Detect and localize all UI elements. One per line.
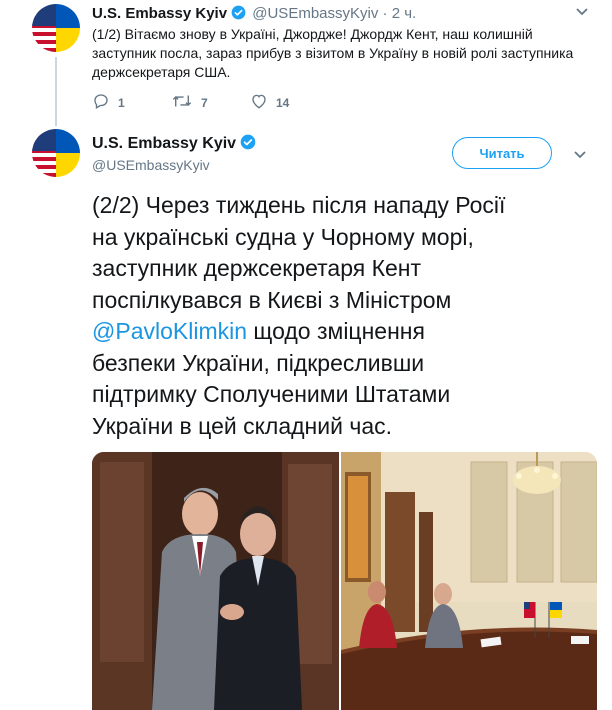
like-count: 14 xyxy=(276,95,290,110)
verified-badge-icon xyxy=(240,134,256,155)
reply-icon xyxy=(92,92,110,113)
author-name[interactable]: U.S. Embassy Kyiv xyxy=(92,134,258,155)
mention-link[interactable]: @PavloKlimkin xyxy=(92,318,247,344)
avatar[interactable] xyxy=(32,4,80,52)
reply-count: 1 xyxy=(118,95,125,110)
text-line-rest: щодо зміцнення xyxy=(253,318,425,344)
tweet2-text: (2/2) Через тиждень після нападу Росії н… xyxy=(92,190,597,442)
chevron-down-icon[interactable] xyxy=(575,4,589,20)
retweet-button[interactable]: 7 xyxy=(171,92,208,113)
chevron-down-icon[interactable] xyxy=(573,147,587,163)
text-line: підтримку Сполученими Штатами xyxy=(92,381,451,407)
author-handle[interactable]: @USEmbassyKyiv xyxy=(252,5,378,22)
text-line: на українські судна у Чорному морі, xyxy=(92,223,474,250)
text-line: заступник держсекретаря Кент xyxy=(92,255,422,281)
separator: · xyxy=(382,5,388,22)
timestamp[interactable]: 2 ч. xyxy=(392,5,417,22)
tweet1-header: U.S. Embassy Kyiv @USEmbassyKyiv · 2 ч. xyxy=(92,5,416,24)
verified-badge-icon xyxy=(231,5,246,24)
text-line: (2/2) Через тиждень після нападу Росії xyxy=(92,192,506,218)
heart-icon xyxy=(250,92,268,113)
reply-button[interactable]: 1 xyxy=(92,92,125,113)
retweet-icon xyxy=(171,92,193,113)
retweet-count: 7 xyxy=(201,95,208,110)
handshake-photo[interactable] xyxy=(92,452,339,710)
follow-button[interactable]: Читать xyxy=(452,137,552,169)
author-name-text: U.S. Embassy Kyiv xyxy=(92,135,237,152)
text-line: України в цей складний час. xyxy=(92,412,393,439)
text-line: поспілкувався в Києві з Міністром xyxy=(92,286,452,313)
author-name[interactable]: U.S. Embassy Kyiv xyxy=(92,5,227,22)
tweet1-text: (1/2) Вітаємо знову в Україні, Джордже! … xyxy=(92,26,574,80)
meeting-photo[interactable] xyxy=(341,452,597,710)
avatar[interactable] xyxy=(32,129,80,177)
like-button[interactable]: 14 xyxy=(250,92,289,113)
thread-connector-line xyxy=(55,57,57,126)
author-handle[interactable]: @USEmbassyKyiv xyxy=(92,157,210,173)
text-line: безпеки України, підкресливши xyxy=(92,349,425,376)
text-line: @PavloKlimkin щодо зміцнення xyxy=(92,316,597,348)
